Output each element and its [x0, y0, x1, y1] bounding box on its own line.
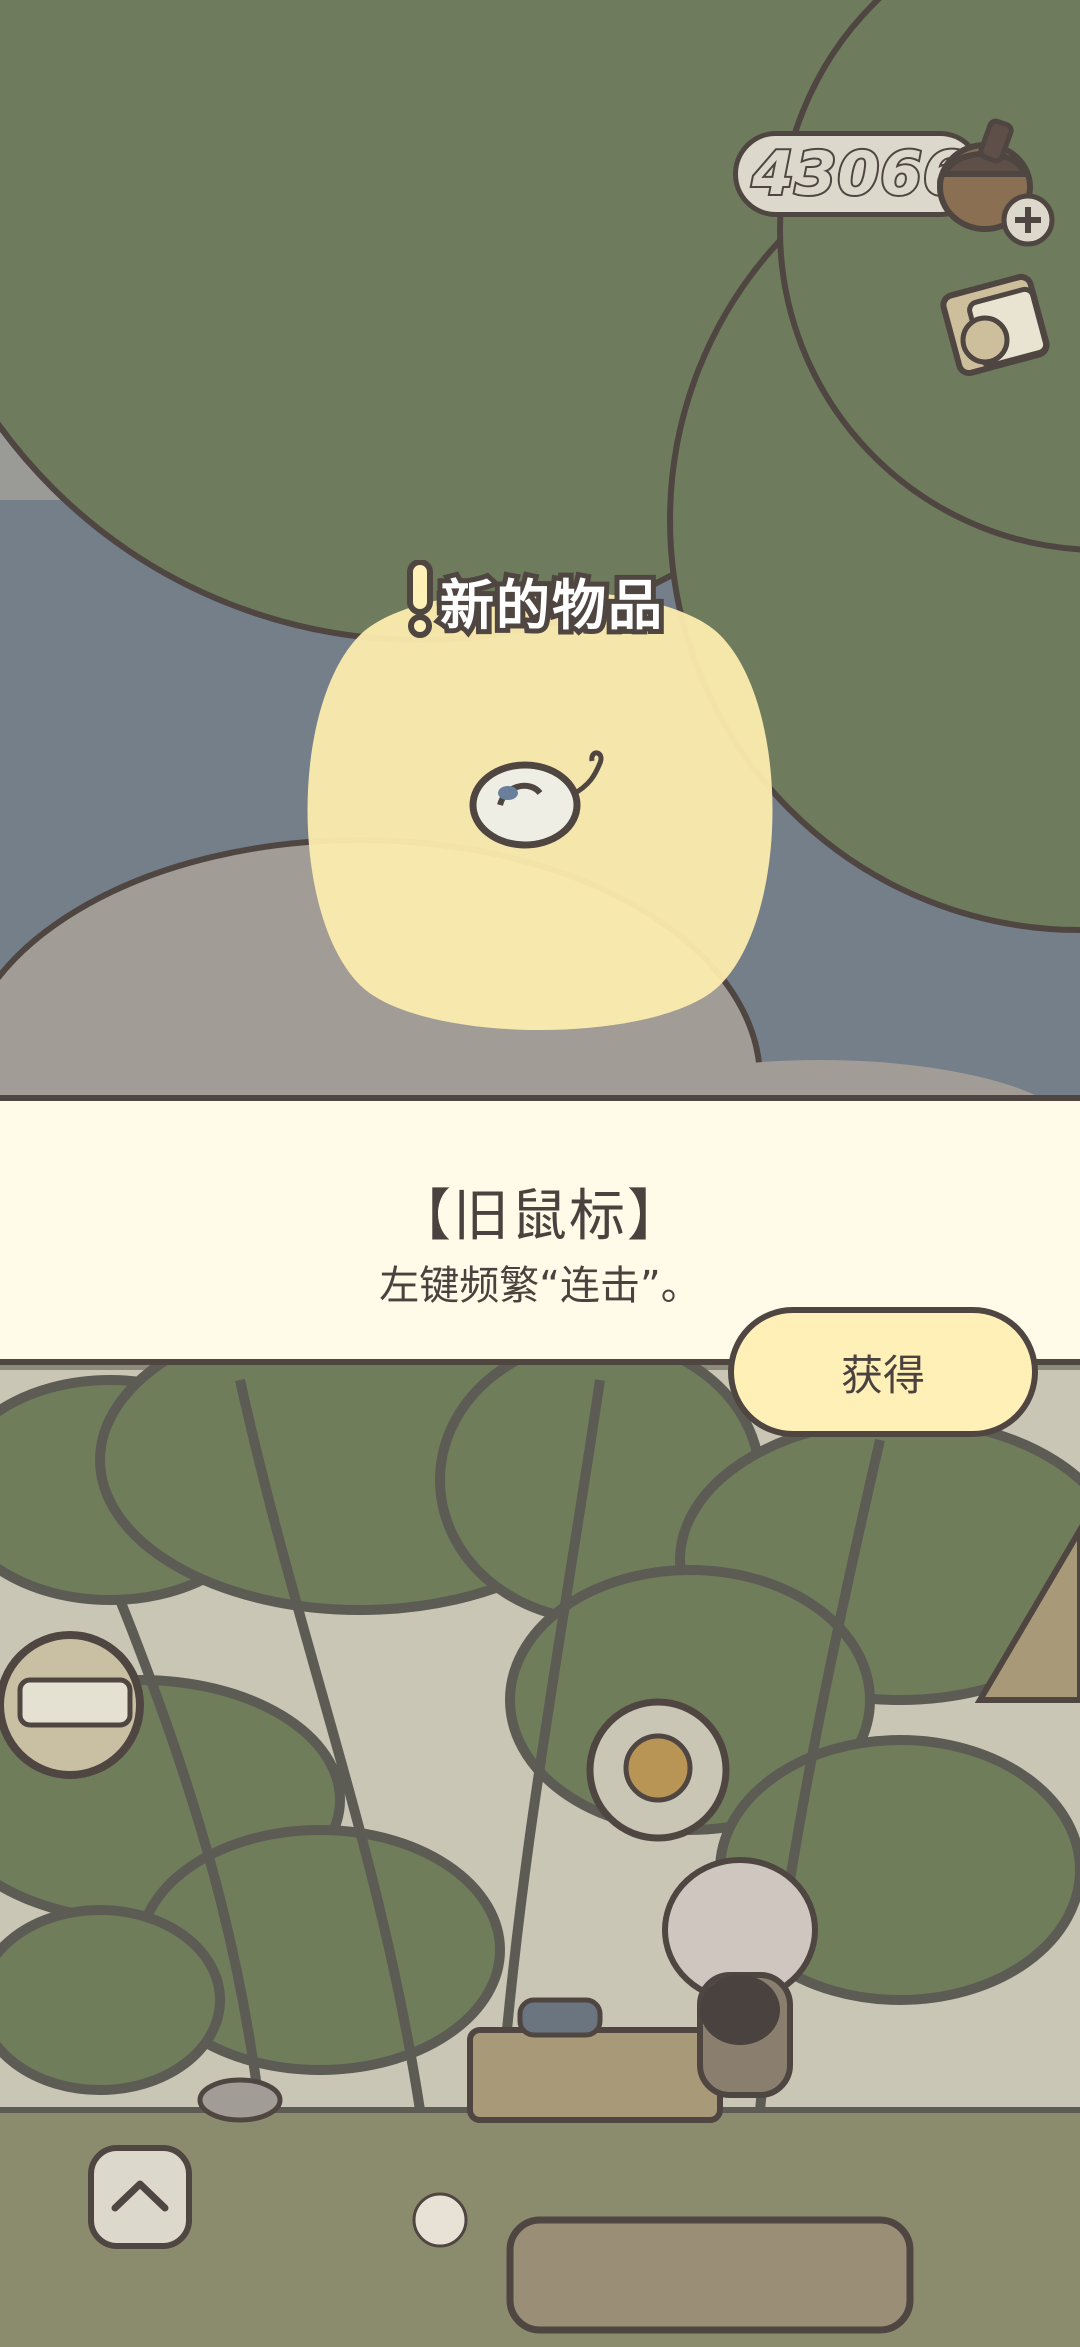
plus-icon[interactable]: [1000, 192, 1056, 248]
new-item-label: 新的物品: [435, 569, 667, 642]
item-description: 左键频繁“连击”。: [379, 1263, 701, 1309]
exclamation-icon: [407, 560, 433, 638]
chevron-up-icon[interactable]: [85, 2142, 195, 2252]
scroll-icon[interactable]: [930, 270, 1060, 390]
get-button[interactable]: 获得: [728, 1307, 1038, 1437]
new-item-notice: 新的物品: [400, 560, 667, 642]
item-name: 【旧鼠标】: [395, 1184, 685, 1249]
mouse-icon: [469, 750, 604, 849]
